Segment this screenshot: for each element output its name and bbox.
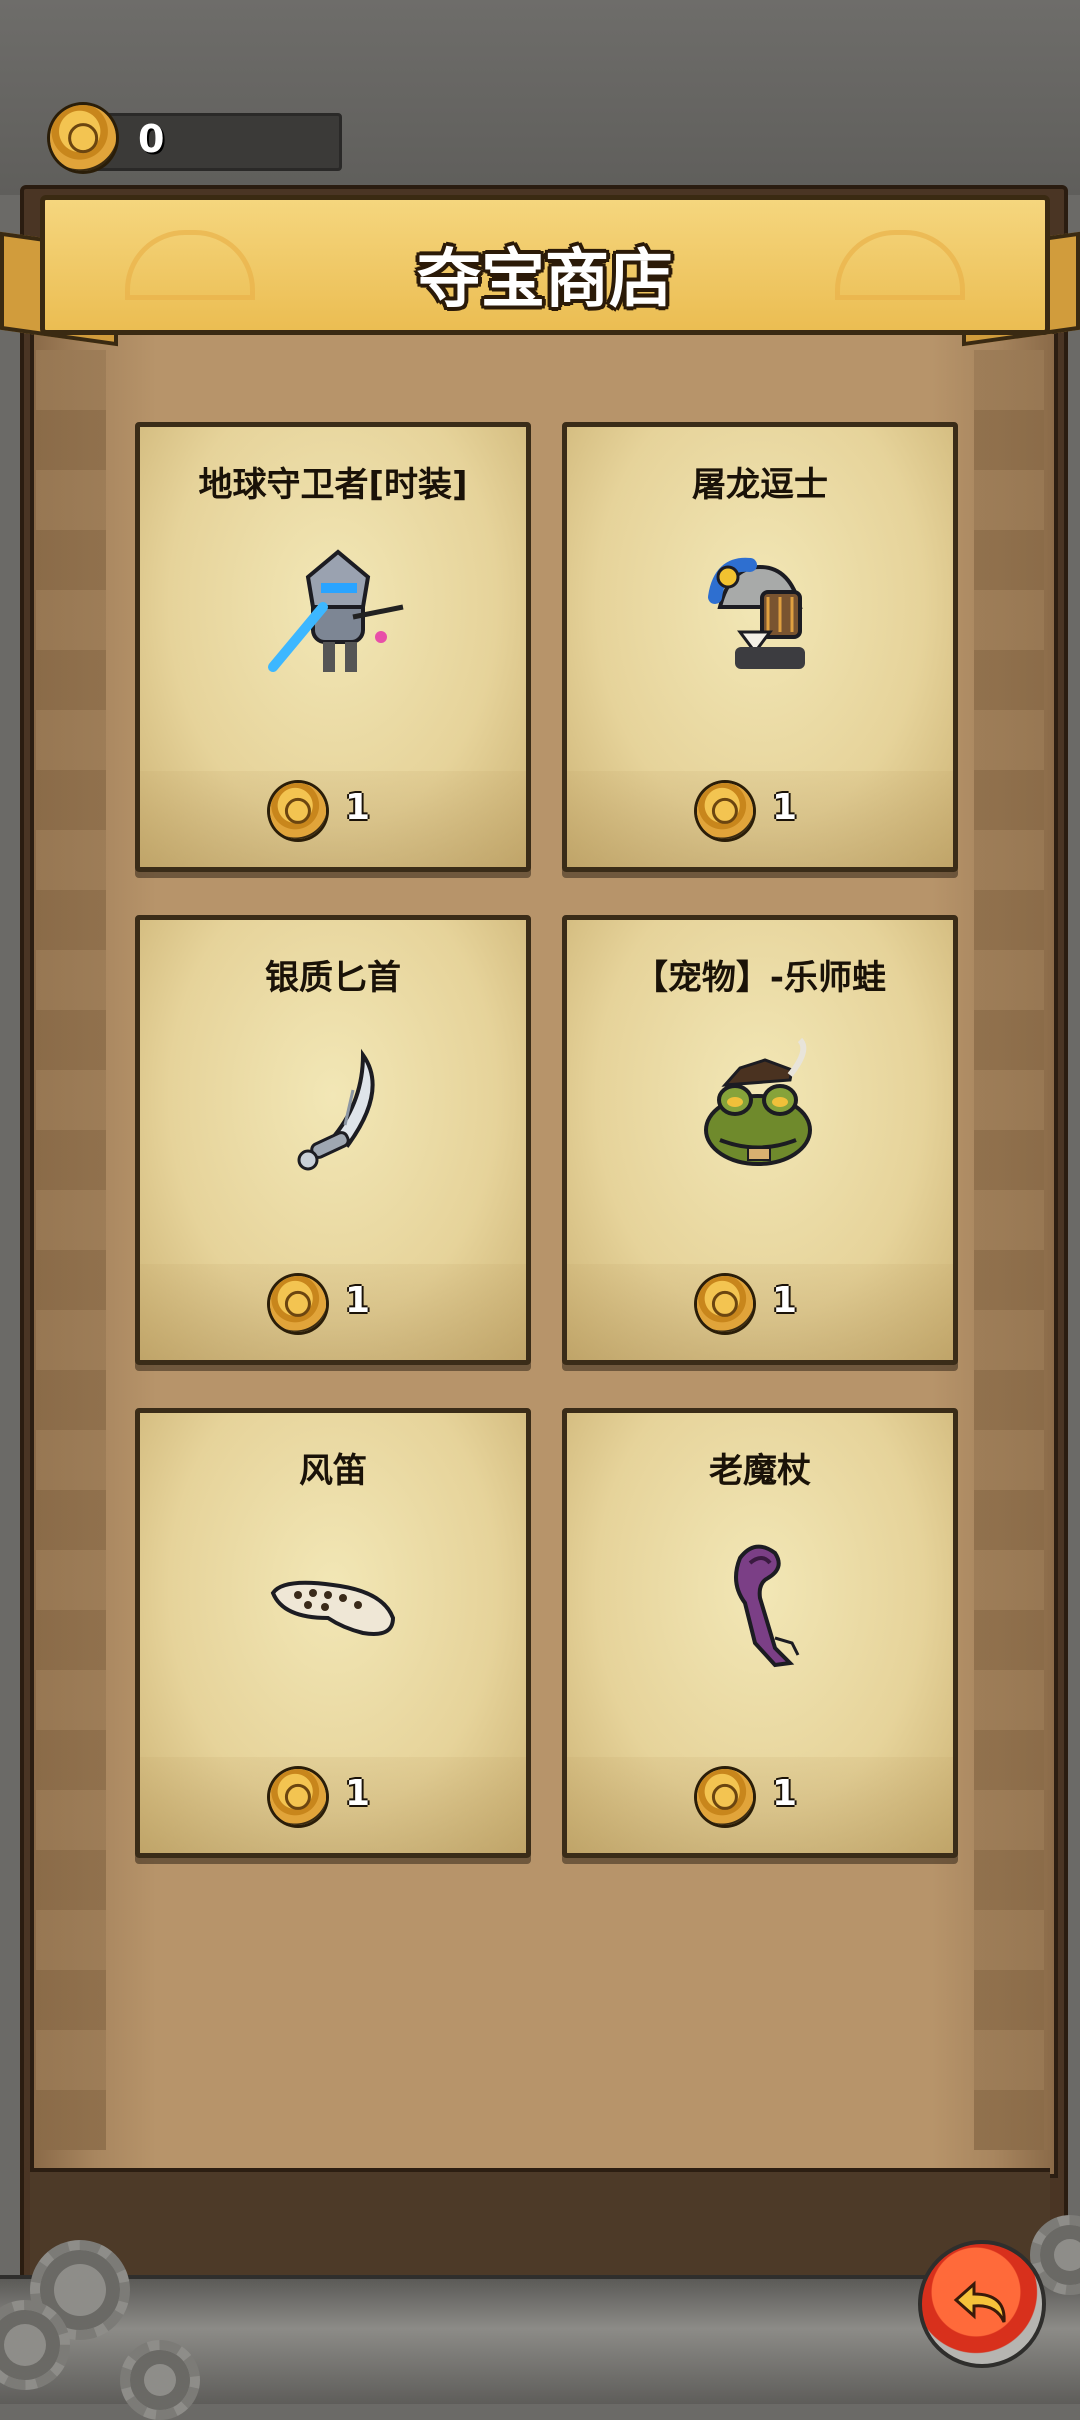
item-name: 【宠物】-乐师蛙 [633,958,887,998]
price-strip [567,771,953,867]
gear-icon [120,2340,200,2420]
ocarina-flute-icon [270,1580,396,1636]
price-strip [140,1757,526,1853]
right-pillar [974,350,1044,2150]
gold-coin-icon [697,1276,753,1332]
page-title: 夺宝商店 [417,243,673,317]
board-floor [30,2168,1050,2292]
currency-display: 0 [50,105,342,171]
title-banner: 夺宝商店 [0,190,1080,347]
price-strip [567,1264,953,1360]
item-name: 屠龙逗士 [692,465,828,505]
item-name: 风笛 [299,1451,367,1491]
gold-coin-icon [270,1769,326,1825]
item-name: 老魔杖 [709,1451,811,1491]
gold-coin-icon [697,783,753,839]
shop-item-card[interactable]: 银质匕首 1 [135,915,531,1365]
shop-item-card[interactable]: 地球守卫者[时装] 1 [135,422,531,872]
price-strip [140,771,526,867]
item-price: 1 [345,787,371,828]
musician-frog-pet-icon [704,1037,812,1166]
shop-item-card[interactable]: 风笛 1 [135,1408,531,1858]
silver-dagger-icon [297,1048,375,1171]
shop-item-card[interactable]: 老魔杖 1 [562,1408,958,1858]
gold-coin-icon [270,783,326,839]
item-price: 1 [772,1280,798,1321]
shop-item-card[interactable]: 屠龙逗士 1 [562,422,958,872]
banner-plate: 夺宝商店 [40,195,1050,335]
gold-coin-icon [50,105,116,171]
left-pillar [36,350,106,2150]
earth-guardian-costume-icon [268,549,404,672]
currency-amount: 0 [138,117,165,161]
back-arrow-icon [953,2280,1006,2323]
item-name: 地球守卫者[时装] [198,465,468,505]
currency-bar [90,113,342,171]
item-name: 银质匕首 [265,958,401,998]
item-price: 1 [772,787,798,828]
item-price: 1 [345,1773,371,1814]
back-button[interactable] [918,2240,1046,2368]
item-price: 1 [772,1773,798,1814]
gold-coin-icon [697,1769,753,1825]
item-price: 1 [345,1280,371,1321]
gold-coin-icon [270,1276,326,1332]
dragon-slayer-knight-icon [708,557,805,669]
old-magic-staff-icon [734,1544,800,1668]
shop-item-card[interactable]: 【宠物】-乐师蛙 1 [562,915,958,1365]
price-strip [567,1757,953,1853]
price-strip [140,1264,526,1360]
